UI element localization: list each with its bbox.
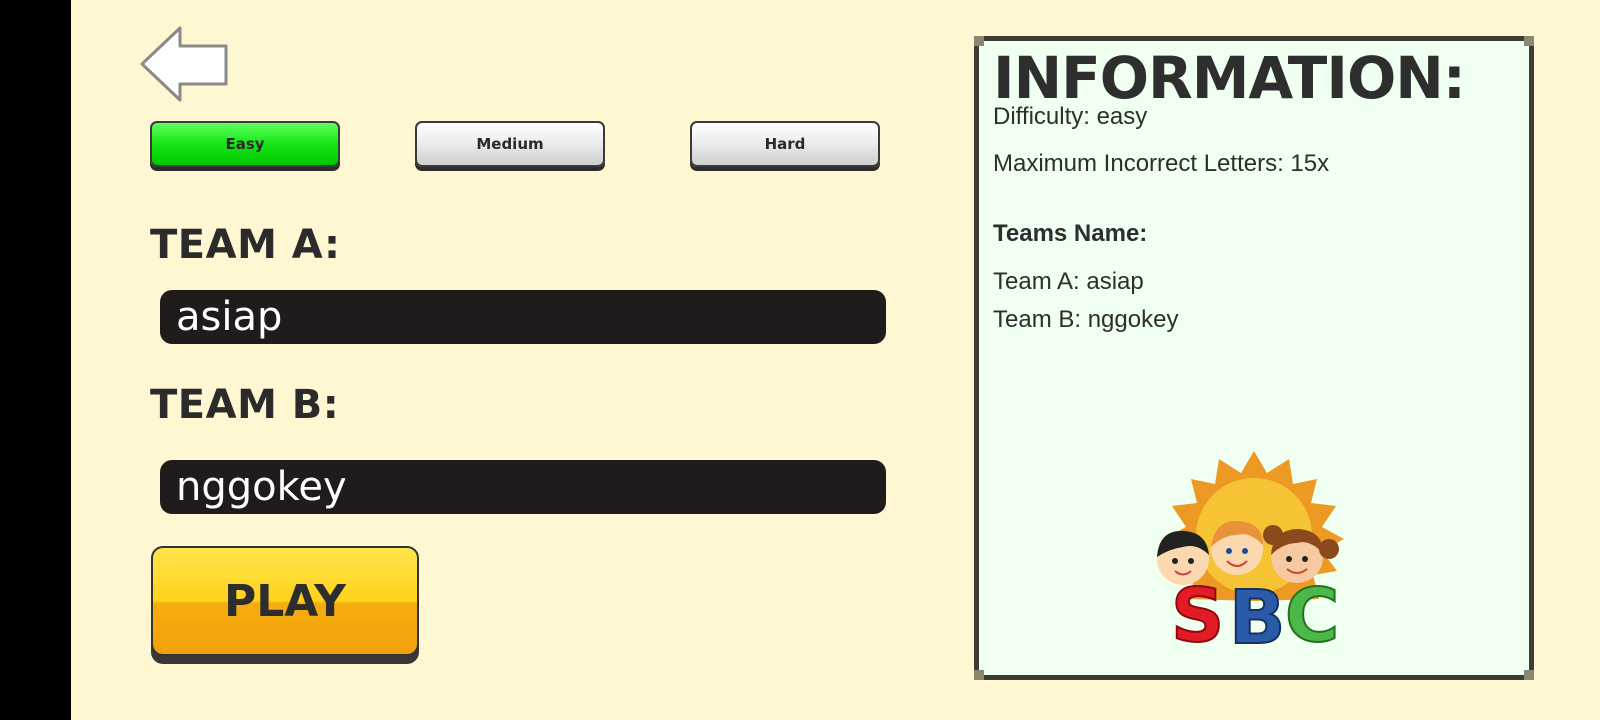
back-button[interactable] <box>140 26 232 102</box>
panel-corner <box>974 36 984 46</box>
easy-button[interactable]: Easy <box>150 121 340 167</box>
panel-corner <box>974 670 984 680</box>
panel-corner <box>1524 36 1534 46</box>
team-a-label: TEAM A: <box>150 222 341 268</box>
information-title: INFORMATION: <box>993 44 1466 112</box>
team-b-info: Team B: nggokey <box>993 306 1179 333</box>
teams-name-heading: Teams Name: <box>993 220 1148 247</box>
panel-corner <box>1524 670 1534 680</box>
arrow-left-icon <box>140 26 228 102</box>
team-a-input[interactable]: asiap <box>160 290 886 344</box>
difficulty-info: Difficulty: easy <box>993 103 1148 130</box>
max-incorrect-info: Maximum Incorrect Letters: 15x <box>993 150 1330 177</box>
sbc-letters: S B C <box>1170 572 1340 651</box>
hard-button[interactable]: Hard <box>690 121 880 167</box>
svg-text:S: S <box>1171 573 1224 651</box>
play-button[interactable]: PLAY <box>151 546 419 664</box>
medium-button[interactable]: Medium <box>415 121 605 167</box>
team-a-info: Team A: asiap <box>993 268 1144 295</box>
svg-text:B: B <box>1229 575 1285 651</box>
team-b-label: TEAM B: <box>150 382 340 428</box>
play-button-label[interactable]: PLAY <box>151 546 419 656</box>
sbc-logo: S B C <box>1157 451 1344 651</box>
information-panel: INFORMATION: Difficulty: easy Maximum In… <box>974 36 1534 680</box>
team-b-input[interactable]: nggokey <box>160 460 886 514</box>
svg-text:C: C <box>1285 573 1339 651</box>
